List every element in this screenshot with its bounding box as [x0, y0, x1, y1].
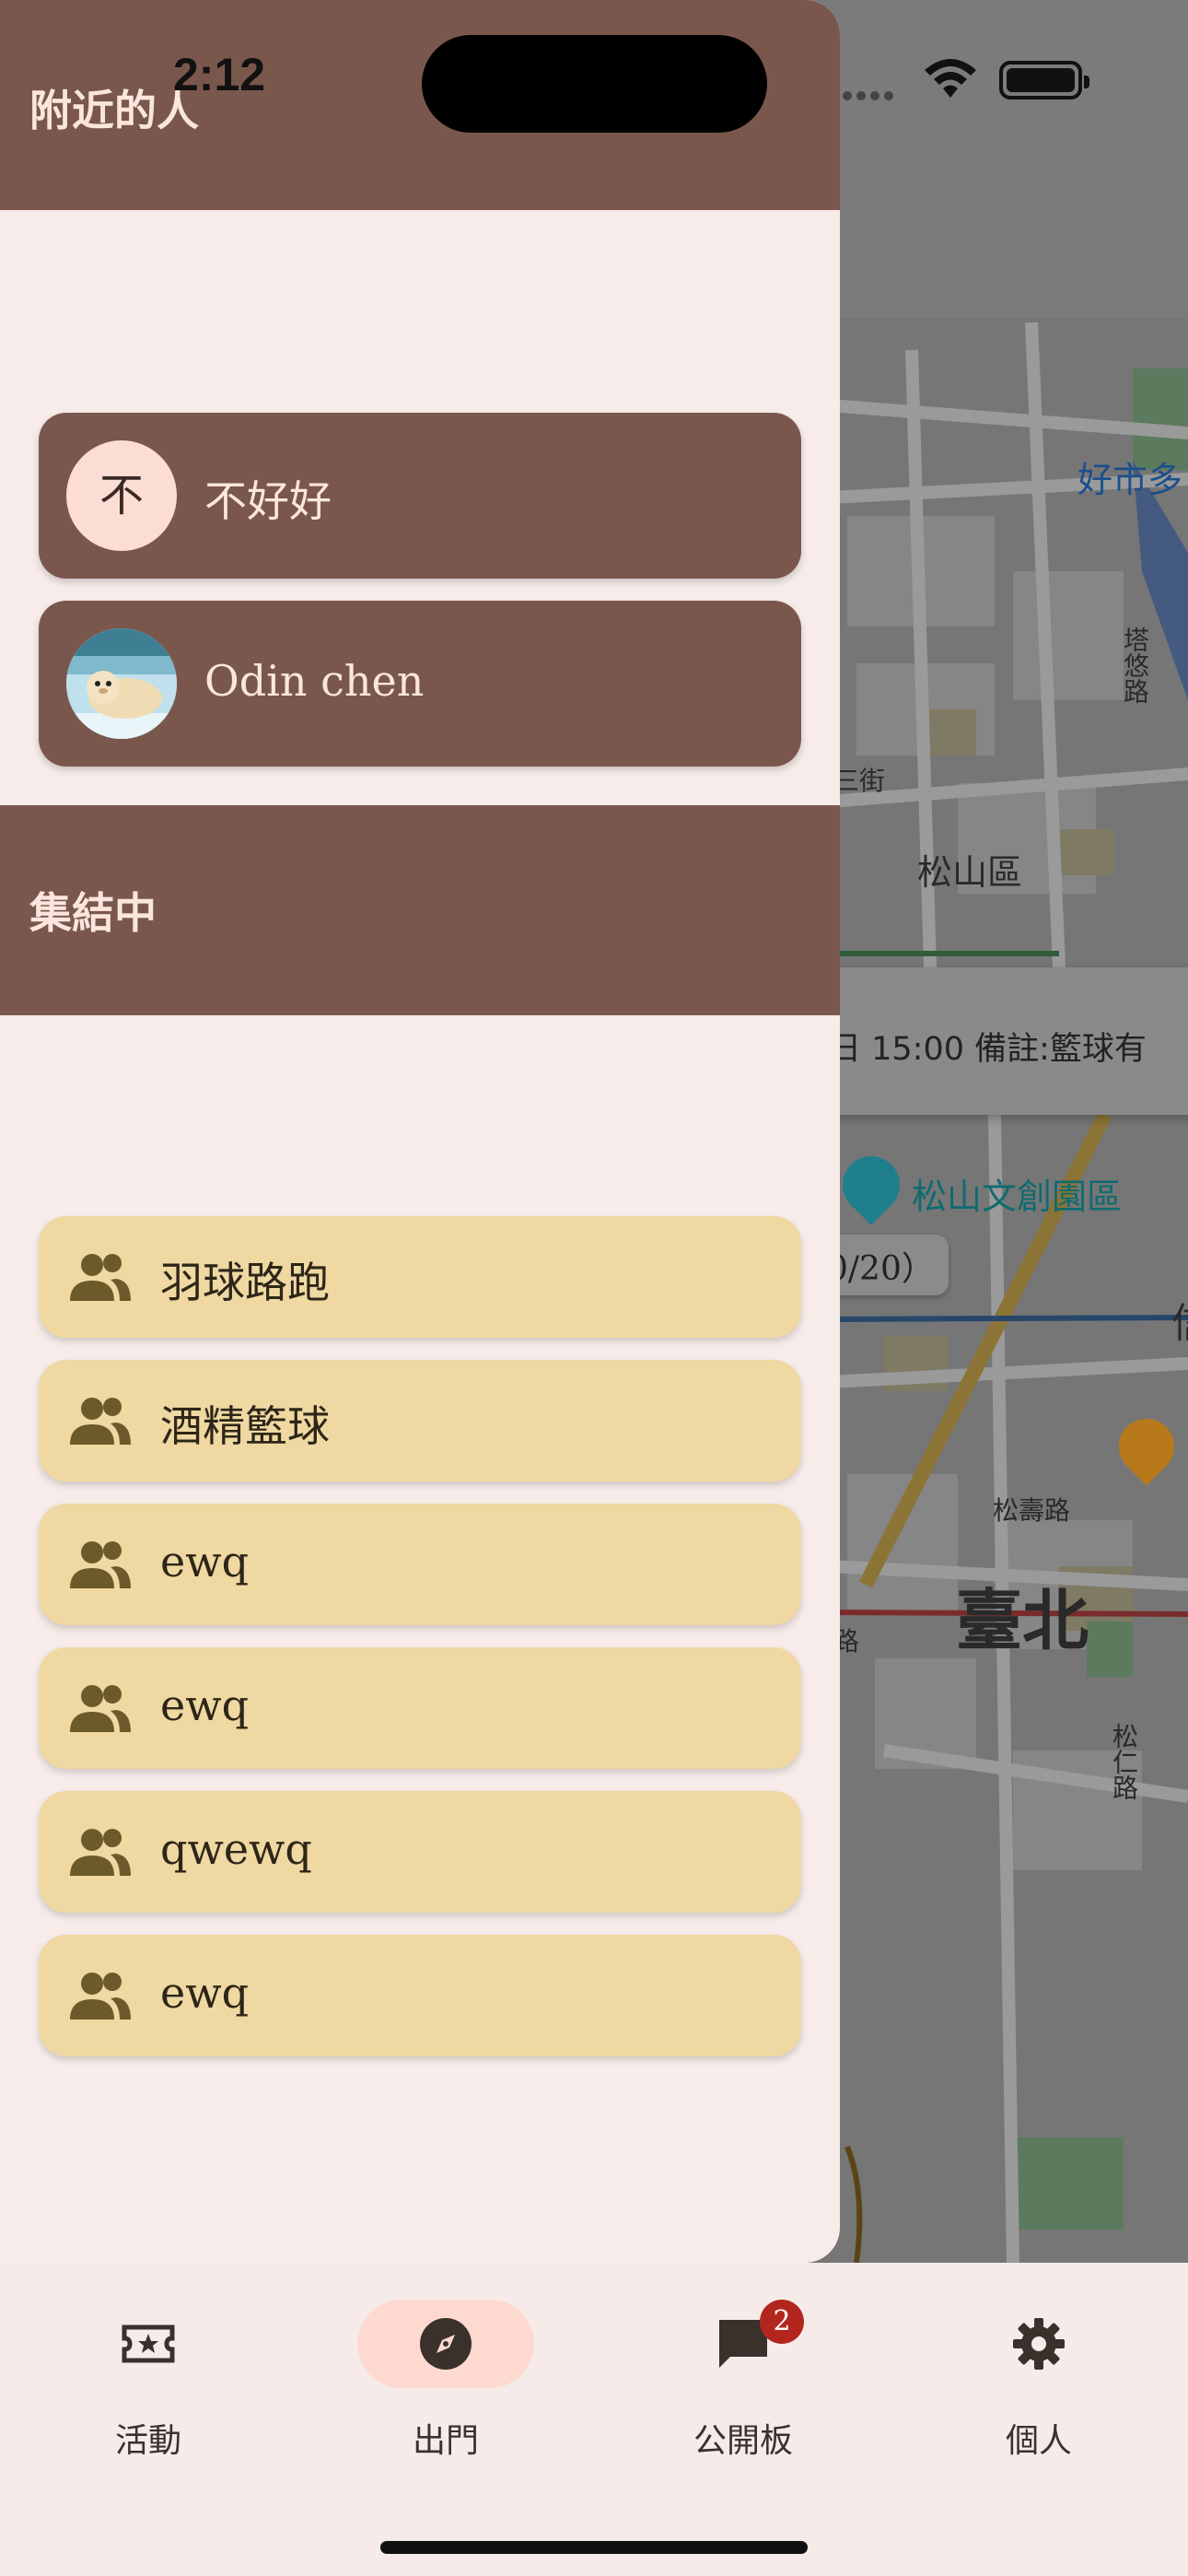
gathering-title: 集結中: [29, 888, 157, 938]
person-card[interactable]: 不 不好好: [39, 413, 801, 579]
seal-avatar-icon: [66, 628, 177, 739]
nav-label: 公開板: [693, 2422, 793, 2460]
wifi-icon: [925, 59, 976, 98]
map-event-chip-text: 0/20）: [827, 1250, 935, 1288]
nav-icon-wrap: [950, 2300, 1127, 2388]
group-people-icon: [70, 1685, 131, 1732]
group-card[interactable]: ewq: [39, 1504, 801, 1625]
group-name: ewq: [160, 1537, 250, 1587]
side-drawer: 附近的人 不 不好好 Odin chen 集結中 羽球路跑 酒精籃球 ewq ewq q…: [0, 0, 840, 2263]
map-event-card[interactable]: 日 15:00 備註:籃球有: [810, 967, 1188, 1115]
group-name: ewq: [160, 1680, 250, 1730]
avatar: [66, 628, 177, 739]
ticket-star-icon: [122, 2324, 175, 2363]
dynamic-island: [422, 35, 767, 133]
group-name: 酒精籃球: [160, 1401, 330, 1451]
group-people-icon: [70, 1254, 131, 1301]
map-label-edge: 信: [1171, 1290, 1188, 1349]
person-card[interactable]: Odin chen: [39, 601, 801, 767]
bottom-navigation: 活動 出門 2 公開板 個人: [0, 2263, 1188, 2576]
group-card[interactable]: ewq: [39, 1647, 801, 1769]
map-label-songshan-district: 松山區: [917, 852, 1023, 893]
map-label-songren-rd: 松仁路: [1109, 1723, 1139, 1800]
nav-tab-public-board[interactable]: 2 公開板: [651, 2300, 835, 2475]
group-name: 羽球路跑: [160, 1258, 330, 1307]
nav-label: 個人: [1005, 2422, 1072, 2460]
nav-icon-wrap: [60, 2300, 237, 2388]
group-card[interactable]: qwewq: [39, 1791, 801, 1913]
nav-label: 出門: [412, 2422, 479, 2460]
battery-icon: [999, 61, 1089, 100]
nav-tab-profile[interactable]: 個人: [947, 2300, 1131, 2475]
nav-icon-wrap-active: [357, 2300, 534, 2388]
map-label-street: 三街: [833, 766, 886, 796]
person-name: Odin chen: [204, 656, 425, 706]
group-card[interactable]: 羽球路跑: [39, 1216, 801, 1338]
group-name: qwewq: [160, 1824, 312, 1874]
group-card[interactable]: 酒精籃球: [39, 1360, 801, 1481]
nav-icon-wrap: 2: [655, 2300, 832, 2388]
group-people-icon: [70, 1829, 131, 1876]
nav-label: 活動: [114, 2422, 181, 2460]
map-label-tayou-rd: 塔悠路: [1120, 626, 1150, 704]
status-time: 2:12: [173, 49, 266, 100]
person-name: 不好好: [204, 476, 332, 526]
notification-badge: 2: [760, 2300, 804, 2344]
map-event-card-text: 日 15:00 備註:籃球有: [829, 1031, 1147, 1068]
group-card[interactable]: ewq: [39, 1935, 801, 2056]
nav-tab-activities[interactable]: 活動: [56, 2300, 240, 2475]
compass-icon: [420, 2318, 472, 2370]
group-people-icon: [70, 1398, 131, 1445]
group-name: ewq: [160, 1968, 250, 2018]
map-label-costco: 好市多: [1077, 460, 1183, 500]
map-label-songshou-rd: 松壽路: [993, 1495, 1071, 1526]
nav-tab-go-out[interactable]: 出門: [354, 2300, 538, 2475]
group-people-icon: [70, 1541, 131, 1588]
home-indicator[interactable]: [380, 2541, 808, 2554]
map-label-taipei: 臺北: [956, 1582, 1089, 1659]
group-people-icon: [70, 1973, 131, 2020]
avatar: 不: [66, 440, 177, 551]
map-label-songshan-park: 松山文創園區: [912, 1177, 1123, 1217]
gear-icon: [1013, 2318, 1065, 2370]
cellular-signal-icon: [843, 87, 898, 104]
gathering-header: 集結中: [0, 805, 840, 1015]
